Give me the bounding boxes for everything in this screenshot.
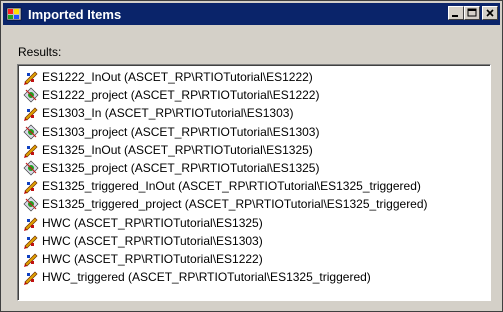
close-icon — [486, 9, 494, 17]
imported-items-window: Imported Items Results: ES1222_InOut (AS… — [0, 0, 503, 312]
module-icon — [24, 180, 38, 195]
project-icon — [23, 196, 39, 212]
title-bar[interactable]: Imported Items — [3, 3, 500, 25]
list-item-label: ES1222_project (ASCET_RP\RTIOTutorial\ES… — [42, 88, 320, 103]
list-item-label: HWC (ASCET_RP\RTIOTutorial\ES1222) — [42, 252, 263, 266]
minimize-icon — [452, 15, 458, 17]
project-icon — [23, 160, 39, 176]
module-icon — [24, 144, 38, 158]
module-icon — [24, 217, 38, 231]
list-item[interactable]: ES1325_InOut (ASCET_RP\RTIOTutorial\ES13… — [23, 141, 313, 159]
project-icon — [23, 124, 39, 140]
list-item-label: ES1325_InOut (ASCET_RP\RTIOTutorial\ES13… — [42, 142, 313, 157]
module-icon — [24, 271, 38, 286]
module-icon — [24, 235, 38, 249]
list-item-label: ES1325_triggered_InOut (ASCET_RP\RTIOTut… — [42, 179, 421, 194]
list-item[interactable]: HWC (ASCET_RP\RTIOTutorial\ES1325) — [23, 214, 263, 232]
list-item[interactable]: ES1325_triggered_project (ASCET_RP\RTIOT… — [23, 195, 428, 213]
window-title: Imported Items — [28, 6, 122, 22]
list-item-label: HWC (ASCET_RP\RTIOTutorial\ES1325) — [42, 215, 263, 230]
results-listbox[interactable]: ES1222_InOut (ASCET_RP\RTIOTutorial\ES12… — [17, 64, 491, 301]
list-item[interactable]: ES1325_project (ASCET_RP\RTIOTutorial\ES… — [23, 159, 319, 177]
list-item[interactable]: HWC (ASCET_RP\RTIOTutorial\ES1303) — [23, 232, 263, 250]
list-item[interactable]: ES1303_In (ASCET_RP\RTIOTutorial\ES1303) — [23, 104, 293, 122]
list-item-label: ES1303_project (ASCET_RP\RTIOTutorial\ES… — [42, 124, 320, 139]
list-item[interactable]: ES1325_triggered_InOut (ASCET_RP\RTIOTut… — [23, 177, 421, 195]
list-item-label: ES1325_triggered_project (ASCET_RP\RTIOT… — [42, 197, 428, 212]
list-item-label: ES1325_project (ASCET_RP\RTIOTutorial\ES… — [42, 161, 320, 175]
list-item-label: ES1222_InOut (ASCET_RP\RTIOTutorial\ES12… — [42, 70, 313, 84]
list-item[interactable]: ES1222_InOut (ASCET_RP\RTIOTutorial\ES12… — [23, 68, 313, 86]
module-icon — [24, 253, 38, 267]
list-item[interactable]: HWC (ASCET_RP\RTIOTutorial\ES1222) — [23, 250, 263, 268]
list-item[interactable]: HWC_triggered (ASCET_RP\RTIOTutorial\ES1… — [23, 268, 371, 286]
close-button[interactable] — [482, 6, 498, 20]
list-item[interactable]: ES1222_project (ASCET_RP\RTIOTutorial\ES… — [23, 86, 319, 104]
maximize-icon — [467, 8, 477, 17]
module-icon — [24, 71, 38, 85]
maximize-button[interactable] — [464, 6, 480, 20]
list-item-label: ES1303_In (ASCET_RP\RTIOTutorial\ES1303) — [42, 106, 294, 121]
list-item-label: HWC_triggered (ASCET_RP\RTIOTutorial\ES1… — [42, 270, 371, 285]
project-icon — [23, 87, 39, 103]
list-item[interactable]: ES1303_project (ASCET_RP\RTIOTutorial\ES… — [23, 123, 319, 141]
app-icon — [6, 7, 22, 21]
results-list: ES1222_InOut (ASCET_RP\RTIOTutorial\ES12… — [18, 65, 490, 300]
list-item-label: HWC (ASCET_RP\RTIOTutorial\ES1303) — [42, 233, 263, 248]
minimize-button[interactable] — [448, 6, 464, 20]
results-label: Results: — [18, 45, 62, 59]
module-icon — [24, 107, 38, 122]
